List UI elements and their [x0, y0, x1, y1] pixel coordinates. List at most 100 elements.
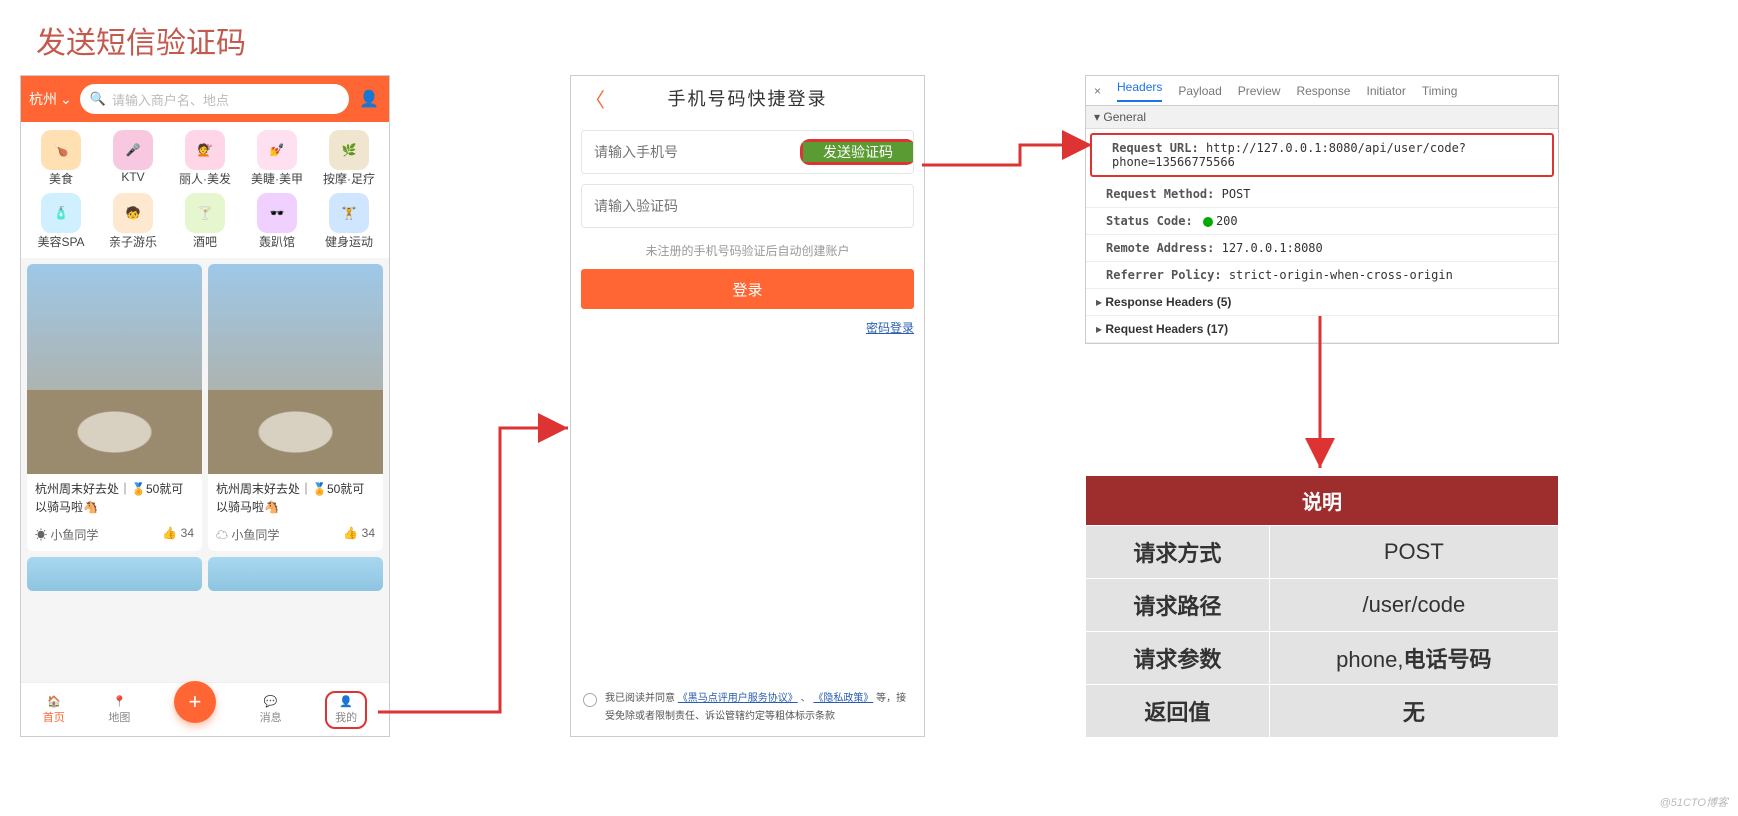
- card-author: ☁ 小鱼同学: [216, 526, 279, 543]
- search-icon: 🔍: [90, 91, 106, 107]
- tab-preview[interactable]: Preview: [1238, 84, 1281, 98]
- city-picker[interactable]: 杭州 ⌄: [29, 89, 72, 109]
- card-title: 杭州周末好去处｜🏅50就可以骑马啦🐴: [27, 474, 202, 522]
- tab-add[interactable]: +: [174, 681, 216, 723]
- page-title: 发送短信验证码: [36, 18, 246, 62]
- agree-radio[interactable]: [583, 693, 597, 707]
- card-image: [208, 264, 383, 474]
- request-headers-section[interactable]: Request Headers (17): [1086, 316, 1558, 343]
- category-label: 酒吧: [193, 233, 217, 250]
- privacy-link[interactable]: 《隐私政策》: [813, 693, 873, 704]
- send-code-button[interactable]: 发送验证码: [803, 142, 913, 162]
- tab-map[interactable]: 📍地图: [108, 695, 130, 725]
- login-title: 手机号码快捷登录: [668, 85, 828, 111]
- spec-val: POST: [1269, 526, 1558, 579]
- card-author: ☀ 小鱼同学: [35, 526, 98, 543]
- request-url: Request URL: http://127.0.0.1:8080/api/u…: [1090, 133, 1554, 177]
- spec-key: 请求路径: [1086, 579, 1270, 632]
- category-icon: 🍗: [41, 130, 81, 170]
- response-headers-section[interactable]: Response Headers (5): [1086, 289, 1558, 316]
- category-item[interactable]: 🌿按摩·足疗: [313, 130, 385, 187]
- chat-icon: 💬: [264, 695, 278, 708]
- category-item[interactable]: 💅美睫·美甲: [241, 130, 313, 187]
- request-method: Request Method: POST: [1086, 181, 1558, 208]
- tab-mine[interactable]: 👤我的: [325, 691, 367, 729]
- category-icon: 🧴: [41, 193, 81, 233]
- category-item[interactable]: 🍗美食: [25, 130, 97, 187]
- tab-initiator[interactable]: Initiator: [1366, 84, 1405, 98]
- tab-response[interactable]: Response: [1296, 84, 1350, 98]
- general-section[interactable]: ▾ General: [1086, 106, 1558, 129]
- spec-key: 请求方式: [1086, 526, 1270, 579]
- login-header: 〈 手机号码快捷登录: [581, 76, 914, 120]
- search-input[interactable]: 🔍 请输入商户名、地点: [80, 84, 349, 114]
- password-login-link[interactable]: 密码登录: [866, 321, 914, 335]
- watermark: @51CTO博客: [1660, 794, 1728, 810]
- feed: 杭州周末好去处｜🏅50就可以骑马啦🐴 ☀ 小鱼同学 👍 34 杭州周末好去处｜🏅…: [21, 258, 389, 682]
- table-row: 请求参数phone,电话号码: [1086, 632, 1559, 685]
- plus-icon: +: [189, 689, 202, 715]
- city-label: 杭州: [29, 89, 57, 109]
- spec-val: 无: [1269, 685, 1558, 738]
- tab-payload[interactable]: Payload: [1178, 84, 1221, 98]
- status-dot-icon: [1203, 217, 1213, 227]
- category-item[interactable]: 💇丽人·美发: [169, 130, 241, 187]
- spec-val: /user/code: [1269, 579, 1558, 632]
- phone-field-row: 发送验证码: [581, 130, 914, 174]
- feed-card[interactable]: [208, 557, 383, 591]
- category-icon: 🕶️: [257, 193, 297, 233]
- tab-headers[interactable]: Headers: [1117, 80, 1162, 102]
- close-icon[interactable]: ×: [1094, 84, 1101, 98]
- feed-card[interactable]: 杭州周末好去处｜🏅50就可以骑马啦🐴 ☁ 小鱼同学 👍 34: [208, 264, 383, 551]
- card-likes: 👍 34: [162, 526, 194, 543]
- tabbar: 🏠首页 📍地图 + 💬消息 👤我的: [21, 682, 389, 736]
- chevron-down-icon: ⌄: [60, 91, 72, 108]
- category-icon: 🎤: [113, 130, 153, 170]
- back-icon[interactable]: 〈: [585, 84, 607, 113]
- devtools-panel: × Headers Payload Preview Response Initi…: [1085, 75, 1559, 344]
- devtools-tabs: × Headers Payload Preview Response Initi…: [1086, 76, 1558, 106]
- map-icon: 📍: [113, 695, 127, 708]
- category-label: 美容SPA: [37, 233, 84, 250]
- category-item[interactable]: 🏋️健身运动: [313, 193, 385, 250]
- profile-icon[interactable]: 👤: [357, 89, 381, 109]
- category-label: 美睫·美甲: [251, 170, 303, 187]
- table-row: 请求路径/user/code: [1086, 579, 1559, 632]
- category-label: 轰趴馆: [259, 233, 295, 250]
- tos-link[interactable]: 《黑马点评用户服务协议》: [678, 693, 798, 704]
- code-input[interactable]: [582, 198, 913, 214]
- category-label: 丽人·美发: [179, 170, 231, 187]
- category-icon: 💇: [185, 130, 225, 170]
- spec-key: 返回值: [1086, 685, 1270, 738]
- category-item[interactable]: 🕶️轰趴馆: [241, 193, 313, 250]
- category-icon: 🌿: [329, 130, 369, 170]
- tab-messages[interactable]: 💬消息: [260, 695, 282, 725]
- category-item[interactable]: 🧒亲子游乐: [97, 193, 169, 250]
- signup-hint: 未注册的手机号码验证后自动创建账户: [581, 242, 914, 259]
- category-icon: 🏋️: [329, 193, 369, 233]
- phone-input[interactable]: [582, 144, 800, 160]
- category-icon: 🧒: [113, 193, 153, 233]
- category-label: KTV: [121, 170, 144, 184]
- login-button[interactable]: 登录: [581, 269, 914, 309]
- tab-home[interactable]: 🏠首页: [43, 695, 65, 725]
- terms-agree: 我已阅读并同意 《黑马点评用户服务协议》 、 《隐私政策》 等，接受免除或者限制…: [583, 690, 912, 726]
- spec-val: phone,电话号码: [1269, 632, 1558, 685]
- category-label: 亲子游乐: [109, 233, 157, 250]
- card-image: [27, 264, 202, 474]
- spec-key: 请求参数: [1086, 632, 1270, 685]
- search-placeholder: 请输入商户名、地点: [112, 90, 229, 109]
- table-row: 返回值无: [1086, 685, 1559, 738]
- feed-card[interactable]: 杭州周末好去处｜🏅50就可以骑马啦🐴 ☀ 小鱼同学 👍 34: [27, 264, 202, 551]
- category-item[interactable]: 🍸酒吧: [169, 193, 241, 250]
- feed-card[interactable]: [27, 557, 202, 591]
- user-icon: 👤: [339, 695, 353, 708]
- spec-header: 说明: [1086, 476, 1559, 526]
- code-field-row: [581, 184, 914, 228]
- category-grid: 🍗美食🎤KTV💇丽人·美发💅美睫·美甲🌿按摩·足疗🧴美容SPA🧒亲子游乐🍸酒吧🕶…: [21, 122, 389, 258]
- category-item[interactable]: 🧴美容SPA: [25, 193, 97, 250]
- category-label: 健身运动: [325, 233, 373, 250]
- tab-timing[interactable]: Timing: [1422, 84, 1458, 98]
- table-row: 请求方式POST: [1086, 526, 1559, 579]
- category-item[interactable]: 🎤KTV: [97, 130, 169, 187]
